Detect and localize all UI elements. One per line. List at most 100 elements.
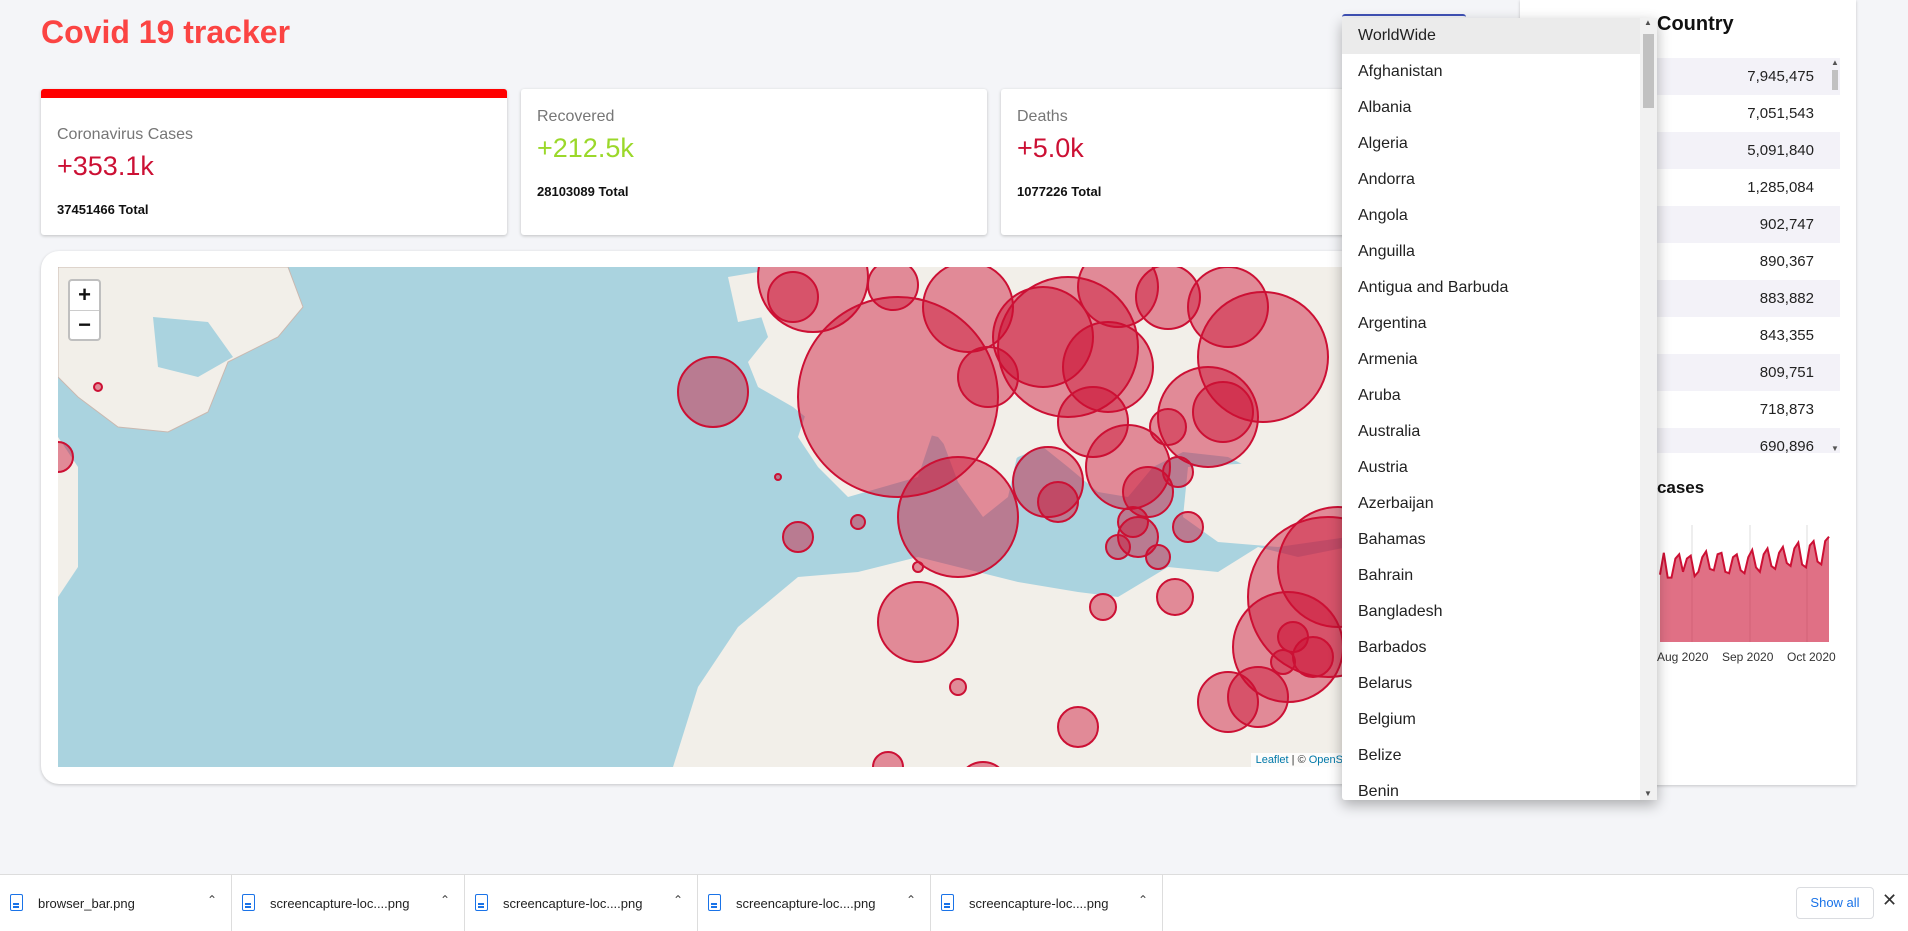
- country-case-circle[interactable]: [897, 456, 1019, 578]
- recovered-card[interactable]: Recovered +212.5k 28103089 Total: [521, 89, 987, 235]
- country-case-circle[interactable]: [1037, 481, 1079, 523]
- country-case-circle[interactable]: [93, 382, 103, 392]
- country-option[interactable]: Australia: [1342, 414, 1657, 450]
- country-case-circle[interactable]: [1277, 621, 1309, 653]
- file-icon: [941, 894, 954, 911]
- scroll-up-icon[interactable]: ▲: [1644, 18, 1652, 27]
- country-option[interactable]: Belize: [1342, 738, 1657, 774]
- country-option[interactable]: Armenia: [1342, 342, 1657, 378]
- country-case-circle[interactable]: [877, 581, 959, 663]
- case-circles[interactable]: [58, 267, 1348, 767]
- country-option[interactable]: Argentina: [1342, 306, 1657, 342]
- attribution-separator: | ©: [1288, 754, 1309, 766]
- cases-area: [1660, 536, 1829, 642]
- country-option[interactable]: Afghanistan: [1342, 54, 1657, 90]
- download-item[interactable]: screencapture-loc....png ⌃: [465, 875, 698, 931]
- country-case-circle[interactable]: [782, 521, 814, 553]
- download-bar: browser_bar.png ⌃ screencapture-loc....png…: [0, 874, 1908, 931]
- show-all-button[interactable]: Show all: [1796, 887, 1874, 919]
- scroll-down-icon[interactable]: ▼: [1831, 444, 1839, 453]
- cases-total: 37451466 Total: [57, 202, 149, 217]
- country-option[interactable]: Austria: [1342, 450, 1657, 486]
- chevron-up-icon[interactable]: ⌃: [207, 893, 217, 907]
- table-row: 690,896: [1640, 428, 1840, 453]
- country-case-circle[interactable]: [957, 346, 1019, 408]
- file-icon: [708, 894, 721, 911]
- recovered-value: +212.5k: [537, 133, 634, 163]
- zoom-out-button[interactable]: −: [70, 310, 99, 339]
- scrollbar-thumb[interactable]: [1832, 70, 1838, 90]
- zoom-in-button[interactable]: +: [70, 281, 99, 310]
- file-icon: [475, 894, 488, 911]
- scrollbar-thumb[interactable]: [1643, 34, 1654, 108]
- osm-link[interactable]: OpenS: [1309, 754, 1343, 766]
- chevron-up-icon[interactable]: ⌃: [1138, 893, 1148, 907]
- download-item[interactable]: browser_bar.png ⌃: [0, 875, 232, 931]
- country-option[interactable]: Albania: [1342, 90, 1657, 126]
- chevron-up-icon[interactable]: ⌃: [673, 893, 683, 907]
- download-item[interactable]: screencapture-loc....png ⌃: [698, 875, 931, 931]
- country-case-circle[interactable]: [1057, 706, 1099, 748]
- country-case-circle[interactable]: [1162, 456, 1194, 488]
- country-case-circle[interactable]: [949, 678, 967, 696]
- country-option[interactable]: Belarus: [1342, 666, 1657, 702]
- download-filename: screencapture-loc....png: [736, 896, 876, 911]
- leaflet-link[interactable]: Leaflet: [1256, 754, 1289, 766]
- table-row: 718,873: [1759, 401, 1814, 418]
- app-title: Covid 19 tracker: [41, 14, 291, 50]
- download-filename: screencapture-loc....png: [969, 896, 1109, 911]
- recovered-total: 28103089 Total: [537, 184, 629, 199]
- country-option[interactable]: Bahrain: [1342, 558, 1657, 594]
- recovered-label: Recovered: [537, 108, 615, 125]
- table-row: 809,751: [1640, 354, 1840, 391]
- country-option[interactable]: Bahamas: [1342, 522, 1657, 558]
- country-case-circle[interactable]: [767, 271, 819, 323]
- country-option[interactable]: Algeria: [1342, 126, 1657, 162]
- country-option[interactable]: Azerbaijan: [1342, 486, 1657, 522]
- world-map[interactable]: + − Leaflet | © OpenS: [58, 267, 1348, 767]
- close-icon[interactable]: ✕: [1882, 890, 1897, 911]
- table-row: 883,882: [1640, 280, 1840, 317]
- country-table[interactable]: 7,945,475 7,051,543 5,091,840 1,285,084 902,…: [1640, 58, 1840, 453]
- download-item[interactable]: screencapture-loc....png ⌃: [232, 875, 465, 931]
- download-item[interactable]: screencapture-loc....png ⌃: [931, 875, 1163, 931]
- country-option[interactable]: Bangladesh: [1342, 594, 1657, 630]
- cases-card[interactable]: Coronavirus Cases +353.1k 37451466 Total: [41, 89, 507, 235]
- deaths-card[interactable]: Deaths +5.0k 1077226 Total: [1001, 89, 1381, 235]
- country-option[interactable]: Anguilla: [1342, 234, 1657, 270]
- country-case-circle[interactable]: [1105, 534, 1131, 560]
- table-scrollbar[interactable]: ▲ ▼: [1830, 58, 1840, 453]
- country-case-circle[interactable]: [872, 751, 904, 767]
- country-case-circle[interactable]: [1089, 593, 1117, 621]
- country-case-circle[interactable]: [912, 561, 924, 573]
- scroll-down-icon[interactable]: ▼: [1644, 789, 1652, 798]
- country-case-circle[interactable]: [850, 514, 866, 530]
- country-option[interactable]: Aruba: [1342, 378, 1657, 414]
- country-option[interactable]: Antigua and Barbuda: [1342, 270, 1657, 306]
- cases-by-country-title: Country: [1657, 13, 1734, 35]
- dropdown-scrollbar[interactable]: ▲ ▼: [1640, 18, 1657, 800]
- country-option[interactable]: Benin: [1342, 774, 1657, 800]
- country-case-circle[interactable]: [958, 761, 1008, 767]
- country-case-circle[interactable]: [1197, 671, 1259, 733]
- chevron-up-icon[interactable]: ⌃: [906, 893, 916, 907]
- table-row: 1,285,084: [1747, 179, 1814, 196]
- country-case-circle[interactable]: [1192, 381, 1254, 443]
- country-option[interactable]: Barbados: [1342, 630, 1657, 666]
- country-dropdown-menu[interactable]: WorldWide Afghanistan Albania Algeria Andorr…: [1342, 18, 1657, 800]
- country-case-circle[interactable]: [774, 473, 782, 481]
- cases-label: Coronavirus Cases: [57, 126, 194, 143]
- deaths-total: 1077226 Total: [1017, 184, 1102, 199]
- country-option[interactable]: Andorra: [1342, 162, 1657, 198]
- country-option[interactable]: WorldWide: [1342, 18, 1657, 54]
- country-case-circle[interactable]: [1270, 649, 1296, 675]
- chevron-up-icon[interactable]: ⌃: [440, 893, 450, 907]
- country-case-circle[interactable]: [677, 356, 749, 428]
- country-case-circle[interactable]: [58, 441, 74, 473]
- country-case-circle[interactable]: [1172, 511, 1204, 543]
- chart-xlabel-aug: Aug 2020: [1657, 650, 1709, 664]
- country-option[interactable]: Belgium: [1342, 702, 1657, 738]
- scroll-up-icon[interactable]: ▲: [1831, 58, 1839, 67]
- country-case-circle[interactable]: [1156, 578, 1194, 616]
- country-option[interactable]: Angola: [1342, 198, 1657, 234]
